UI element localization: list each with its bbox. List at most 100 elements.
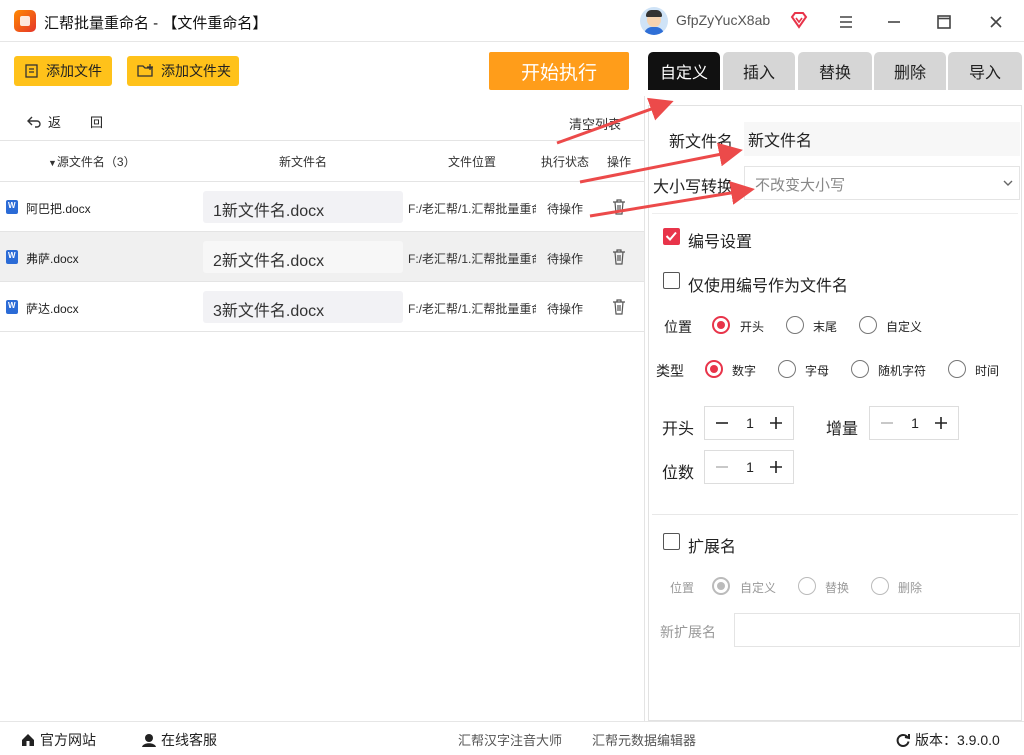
table-row[interactable]: 弗萨.docx 2新文件名.docx F:/老汇帮/1.汇帮批量重命名 待操作 xyxy=(0,232,644,282)
source-file-name: 弗萨.docx xyxy=(26,252,79,266)
numbering-checkbox[interactable] xyxy=(663,228,680,245)
home-icon xyxy=(22,734,34,746)
position-end-radio[interactable] xyxy=(786,316,804,334)
divider xyxy=(652,213,1018,214)
type-label: 类型 xyxy=(656,363,684,379)
column-source-name[interactable]: ▼源文件名（3） xyxy=(48,153,136,170)
new-file-name: 1新文件名.docx xyxy=(203,191,403,223)
increment-value: 1 xyxy=(911,415,919,431)
trash-icon[interactable] xyxy=(612,199,626,215)
case-conversion-select[interactable]: 不改变大小写 xyxy=(744,166,1020,200)
online-support-label: 在线客服 xyxy=(161,732,217,748)
ext-delete-radio[interactable] xyxy=(871,577,889,595)
position-custom-radio[interactable] xyxy=(859,316,877,334)
start-value-label: 开头 xyxy=(662,421,695,438)
username[interactable]: GfpZyYucX8ab xyxy=(676,12,770,28)
version-label: 版本： xyxy=(915,732,957,748)
source-file-name: 阿巴把.docx xyxy=(26,202,91,216)
status-text: 待操作 xyxy=(547,252,584,266)
new-name-input[interactable] xyxy=(744,122,1020,156)
app-link-metadata[interactable]: 汇帮元数据编辑器 xyxy=(592,730,696,749)
official-website-label: 官方网站 xyxy=(40,732,96,748)
minimize-icon[interactable] xyxy=(884,12,904,32)
back-arrow-icon xyxy=(27,116,41,128)
divider xyxy=(652,514,1018,515)
position-start-label: 开头 xyxy=(740,320,765,334)
minus-icon[interactable] xyxy=(715,460,729,474)
menu-icon[interactable] xyxy=(836,12,856,32)
only-number-checkbox[interactable] xyxy=(663,272,680,289)
extension-checkbox[interactable] xyxy=(663,533,680,550)
tab-insert[interactable]: 插入 xyxy=(723,52,795,90)
type-number-label: 数字 xyxy=(732,364,757,378)
increment-label: 增量 xyxy=(826,421,859,438)
digits-label: 位数 xyxy=(662,465,695,482)
window-title: 汇帮批量重命名 - 【文件重命名】 xyxy=(44,15,268,32)
plus-icon[interactable] xyxy=(769,416,783,430)
app-link-pinyin[interactable]: 汇帮汉字注音大师 xyxy=(458,730,562,749)
increment-stepper[interactable]: 1 xyxy=(869,406,959,440)
numbering-label: 编号设置 xyxy=(688,234,753,251)
trash-icon[interactable] xyxy=(612,299,626,315)
vip-diamond-icon[interactable] xyxy=(790,11,808,29)
ext-custom-radio[interactable] xyxy=(712,577,730,595)
minus-icon[interactable] xyxy=(880,416,894,430)
new-extension-input[interactable] xyxy=(734,613,1020,647)
minus-icon[interactable] xyxy=(715,416,729,430)
plus-icon[interactable] xyxy=(769,460,783,474)
position-end-label: 末尾 xyxy=(813,320,838,334)
new-name-label: 新文件名 xyxy=(669,134,734,151)
word-doc-icon xyxy=(6,250,18,264)
tab-delete[interactable]: 删除 xyxy=(874,52,946,90)
word-doc-icon xyxy=(6,200,18,214)
type-number-radio[interactable] xyxy=(705,360,723,378)
add-file-button[interactable]: 添加文件 xyxy=(14,56,112,86)
official-website-link[interactable]: 官方网站 xyxy=(20,730,96,750)
table-row[interactable]: 萨达.docx 3新文件名.docx F:/老汇帮/1.汇帮批量重命名 待操作 xyxy=(0,282,644,332)
new-extension-label: 新扩展名 xyxy=(660,624,716,640)
column-new-name: 新文件名 xyxy=(279,155,328,169)
column-location: 文件位置 xyxy=(448,155,497,169)
ext-delete-label: 删除 xyxy=(898,581,923,595)
back-button[interactable]: 返 回 xyxy=(26,112,111,131)
refresh-icon xyxy=(896,734,910,747)
ext-replace-radio[interactable] xyxy=(798,577,816,595)
start-value: 1 xyxy=(746,415,754,431)
extension-label: 扩展名 xyxy=(688,539,737,556)
table-row[interactable]: 阿巴把.docx 1新文件名.docx F:/老汇帮/1.汇帮批量重命名 待操作 xyxy=(0,182,644,232)
tab-custom[interactable]: 自定义 xyxy=(648,52,720,90)
version-number: 3.9.0.0 xyxy=(957,732,1000,748)
back-label: 返 回 xyxy=(48,115,112,130)
user-avatar[interactable] xyxy=(640,7,668,35)
type-time-radio[interactable] xyxy=(948,360,966,378)
start-value-stepper[interactable]: 1 xyxy=(704,406,794,440)
checkmark-icon xyxy=(665,231,677,241)
case-conversion-label: 大小写转换 xyxy=(653,179,734,196)
digits-value: 1 xyxy=(746,459,754,475)
digits-stepper[interactable]: 1 xyxy=(704,450,794,484)
add-folder-label: 添加文件夹 xyxy=(161,63,231,79)
close-icon[interactable] xyxy=(986,12,1006,32)
pane-divider xyxy=(644,96,645,722)
position-label: 位置 xyxy=(664,319,692,335)
position-start-radio[interactable] xyxy=(712,316,730,334)
add-folder-button[interactable]: 添加文件夹 xyxy=(127,56,239,86)
tab-replace[interactable]: 替换 xyxy=(798,52,872,90)
status-text: 待操作 xyxy=(547,302,584,316)
chevron-down-icon[interactable] xyxy=(1001,176,1015,190)
status-text: 待操作 xyxy=(547,202,584,216)
type-random-radio[interactable] xyxy=(851,360,869,378)
version-info[interactable]: 版本： 3.9.0.0 xyxy=(895,730,1000,750)
maximize-icon[interactable] xyxy=(934,12,954,32)
trash-icon[interactable] xyxy=(612,249,626,265)
file-location: F:/老汇帮/1.汇帮批量重命名 xyxy=(408,202,536,216)
plus-icon[interactable] xyxy=(934,416,948,430)
new-file-name: 3新文件名.docx xyxy=(203,291,403,323)
tab-import[interactable]: 导入 xyxy=(948,52,1022,90)
start-execution-button[interactable]: 开始执行 xyxy=(489,52,629,90)
add-file-icon xyxy=(25,64,38,78)
type-letter-radio[interactable] xyxy=(778,360,796,378)
column-operations: 操作 xyxy=(607,155,632,169)
clear-list-button[interactable]: 清空列表 xyxy=(569,114,621,133)
online-support-link[interactable]: 在线客服 xyxy=(141,730,217,750)
